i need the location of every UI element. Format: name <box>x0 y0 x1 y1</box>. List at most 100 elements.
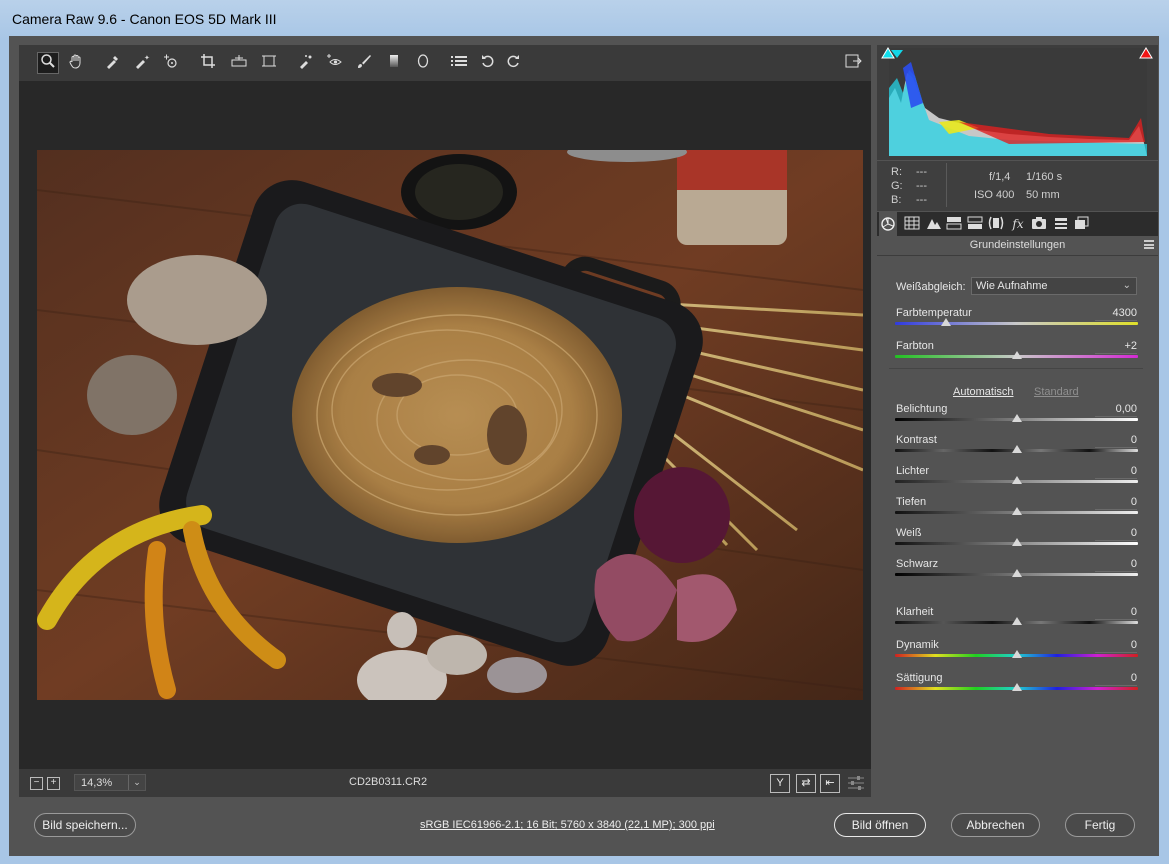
aperture-value: f/1,4 <box>989 171 1011 183</box>
graduated-filter-icon[interactable] <box>384 53 404 73</box>
adjustment-brush-icon[interactable] <box>354 53 374 73</box>
before-after-view-button[interactable]: Y <box>770 774 790 793</box>
rotate-cw-icon[interactable] <box>503 53 523 73</box>
save-image-button[interactable]: Bild speichern... <box>34 813 136 837</box>
klarheit-label: Klarheit <box>896 606 934 618</box>
workflow-options-link[interactable]: sRGB IEC61966-2.1; 16 Bit; 5760 x 3840 (… <box>420 819 715 831</box>
r-value: --- <box>916 166 927 178</box>
basic-tab-icon[interactable] <box>879 212 897 236</box>
chevron-down-icon[interactable]: ⌄ <box>128 775 145 790</box>
b-label: B: <box>891 194 902 206</box>
snapshots-tab-icon[interactable] <box>1073 216 1091 232</box>
panel-title-text: Grundeinstellungen <box>969 239 1066 251</box>
sättigung-label: Sättigung <box>896 672 943 684</box>
camera-calibration-tab-icon[interactable] <box>1030 216 1048 232</box>
kontrast-slider-handle[interactable] <box>1011 445 1022 453</box>
cancel-button[interactable]: Abbrechen <box>951 813 1040 837</box>
red-eye-icon[interactable] <box>325 53 345 73</box>
presets-tab-icon[interactable] <box>1052 216 1070 232</box>
done-button[interactable]: Fertig <box>1065 813 1135 837</box>
split-toning-tab-icon[interactable] <box>966 216 984 232</box>
swap-before-after-button[interactable]: ⇄ <box>796 774 816 793</box>
preview-settings-icon[interactable] <box>847 775 865 794</box>
camera-raw-window: Camera Raw 9.6 - Canon EOS 5D Mark III ✦ <box>0 0 1169 864</box>
sättigung-slider-handle[interactable] <box>1011 683 1022 691</box>
rotate-ccw-icon[interactable] <box>478 53 498 73</box>
tone-curve-tab-icon[interactable] <box>903 216 921 232</box>
belichtung-value-field[interactable]: 0,00 <box>1095 403 1137 417</box>
toggle-fullscreen-icon[interactable] <box>843 53 863 73</box>
adjustments-panel: R: --- G: --- B: --- f/1,4 1/160 s ISO 4… <box>877 45 1158 797</box>
tiefen-slider-handle[interactable] <box>1011 507 1022 515</box>
hsl-tab-icon[interactable] <box>945 216 963 232</box>
white-balance-label: Weißabgleich: <box>896 281 966 293</box>
radial-filter-icon[interactable] <box>413 53 433 73</box>
preferences-icon[interactable] <box>449 53 469 73</box>
r-label: R: <box>891 166 902 178</box>
lichter-value-field[interactable]: 0 <box>1095 465 1137 479</box>
image-preview-area: ✦ − + 14,3% ⌄ CD2B0311.CR2 Y ⇄ ⇤ <box>19 45 871 797</box>
panel-menu-icon[interactable] <box>1144 240 1154 249</box>
kontrast-label: Kontrast <box>896 434 937 446</box>
schwarz-label: Schwarz <box>896 558 939 570</box>
schwarz-value-field[interactable]: 0 <box>1095 558 1137 572</box>
straighten-icon[interactable] <box>229 53 249 73</box>
iso-value: ISO 400 <box>974 189 1015 201</box>
color-sampler-icon[interactable]: ✦ <box>132 53 152 73</box>
auto-link[interactable]: Automatisch <box>953 386 1014 398</box>
schwarz-slider-handle[interactable] <box>1011 569 1022 577</box>
dynamik-label: Dynamik <box>896 639 939 651</box>
spot-removal-icon[interactable] <box>296 53 316 73</box>
info-divider <box>946 163 947 207</box>
dynamik-value-field[interactable]: 0 <box>1095 639 1137 653</box>
kontrast-value-field[interactable]: 0 <box>1095 434 1137 448</box>
white-balance-select[interactable]: Wie Aufnahme ⌄ <box>971 277 1137 295</box>
section-divider <box>889 368 1143 369</box>
farbtemperatur-slider-handle[interactable] <box>941 318 952 326</box>
dialog-footer: Bild speichern... sRGB IEC61966-2.1; 16 … <box>9 797 1159 856</box>
zoom-in-button[interactable]: + <box>47 777 60 790</box>
zoom-icon[interactable] <box>37 52 59 74</box>
klarheit-slider-handle[interactable] <box>1011 617 1022 625</box>
open-image-button[interactable]: Bild öffnen <box>834 813 926 837</box>
dialog-body: ✦ − + 14,3% ⌄ CD2B0311.CR2 Y ⇄ ⇤ R: --- … <box>9 36 1159 856</box>
farbtemperatur-value-field[interactable]: 4300 <box>1095 307 1137 321</box>
copy-settings-button[interactable]: ⇤ <box>820 774 840 793</box>
white-balance-icon[interactable] <box>103 53 123 73</box>
belichtung-label: Belichtung <box>896 403 948 415</box>
hand-icon[interactable] <box>66 53 86 73</box>
farbtemperatur-label: Farbtemperatur <box>896 307 972 319</box>
preview-status-bar: − + 14,3% ⌄ CD2B0311.CR2 Y ⇄ ⇤ <box>19 769 871 797</box>
lichter-slider-handle[interactable] <box>1011 476 1022 484</box>
chevron-down-icon: ⌄ <box>1122 280 1131 291</box>
belichtung-slider-handle[interactable] <box>1011 414 1022 422</box>
dynamik-slider-handle[interactable] <box>1011 650 1022 658</box>
window-title: Camera Raw 9.6 - Canon EOS 5D Mark III <box>12 11 277 27</box>
farbtemperatur-slider-track[interactable] <box>895 322 1138 325</box>
zoom-level-value: 14,3% <box>81 777 113 789</box>
highlight-clipping-warning-icon[interactable] <box>1139 47 1153 62</box>
farbton-slider-handle[interactable] <box>1011 351 1022 359</box>
transform-icon[interactable] <box>259 53 279 73</box>
default-link[interactable]: Standard <box>1034 386 1079 398</box>
histogram <box>877 45 1158 160</box>
focal-length-value: 50 mm <box>1026 189 1060 201</box>
b-value: --- <box>916 194 927 206</box>
targeted-adjustment-icon[interactable] <box>161 53 181 73</box>
farbton-value-field[interactable]: +2 <box>1095 340 1137 354</box>
shadow-clipping-warning-icon[interactable] <box>881 47 895 62</box>
image-info: R: --- G: --- B: --- f/1,4 1/160 s ISO 4… <box>877 161 1158 211</box>
photo-preview[interactable] <box>37 150 863 700</box>
effects-tab-icon[interactable]: fx <box>1009 216 1027 232</box>
weiß-label: Weiß <box>896 527 922 539</box>
zoom-out-button[interactable]: − <box>30 777 43 790</box>
weiß-slider-handle[interactable] <box>1011 538 1022 546</box>
klarheit-value-field[interactable]: 0 <box>1095 606 1137 620</box>
lens-corrections-tab-icon[interactable] <box>987 216 1005 232</box>
title-bar[interactable]: Camera Raw 9.6 - Canon EOS 5D Mark III <box>0 0 1169 36</box>
crop-icon[interactable] <box>199 53 219 73</box>
weiß-value-field[interactable]: 0 <box>1095 527 1137 541</box>
sättigung-value-field[interactable]: 0 <box>1095 672 1137 686</box>
detail-tab-icon[interactable] <box>925 216 943 232</box>
tiefen-value-field[interactable]: 0 <box>1095 496 1137 510</box>
